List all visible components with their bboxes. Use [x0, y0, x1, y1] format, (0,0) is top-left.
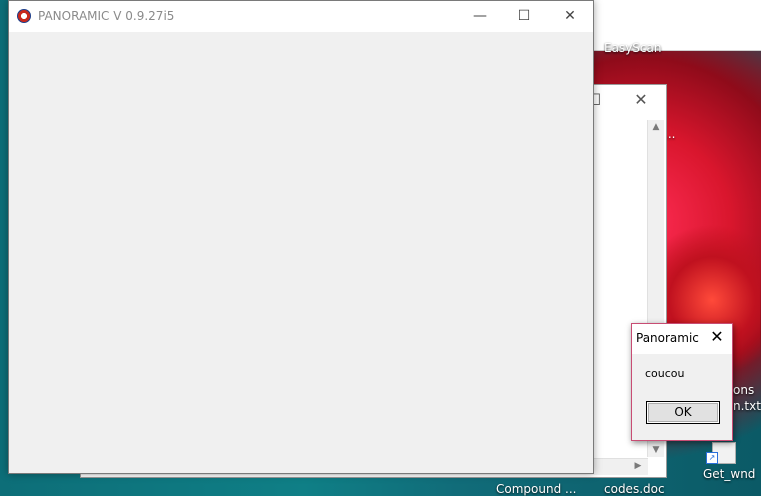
- panoramic-app-icon[interactable]: [17, 9, 31, 23]
- window-title: PANORAMIC V 0.9.27i5: [38, 9, 175, 23]
- main-window-titlebar[interactable]: PANORAMIC V 0.9.27i5 — ☐ ✕: [9, 1, 593, 32]
- maximize-button[interactable]: ☐: [501, 1, 547, 32]
- close-button[interactable]: ✕: [547, 1, 593, 32]
- desktop-label-get-wnd[interactable]: Get_wnd: [703, 468, 755, 481]
- minimize-button[interactable]: —: [457, 1, 503, 32]
- dialog-body: coucou OK: [632, 354, 732, 440]
- scroll-down-arrow-icon[interactable]: ▼: [648, 445, 664, 455]
- main-window-client-area[interactable]: [9, 32, 593, 473]
- ok-button[interactable]: OK: [646, 401, 720, 424]
- scroll-up-arrow-icon[interactable]: ▲: [648, 122, 664, 132]
- dialog-message: coucou: [645, 367, 685, 380]
- panoramic-main-window: PANORAMIC V 0.9.27i5 — ☐ ✕: [8, 0, 594, 474]
- desktop-label-ons[interactable]: ons: [733, 384, 754, 397]
- dialog-close-button[interactable]: ✕: [706, 326, 728, 348]
- message-box-dialog: Panoramic ✕ coucou OK: [631, 323, 733, 441]
- shortcut-arrow-icon: ↗: [706, 452, 718, 464]
- desktop-label-compound[interactable]: Compound ...: [496, 483, 576, 496]
- close-icon[interactable]: ✕: [627, 89, 655, 111]
- desktop-label-easyscan[interactable]: EasyScan: [604, 42, 661, 55]
- dialog-title: Panoramic: [636, 331, 699, 345]
- desktop-label-codes-doc[interactable]: codes.doc: [604, 483, 665, 496]
- desktop-label-ntxt[interactable]: n.txt: [733, 400, 761, 413]
- scroll-right-arrow-icon[interactable]: ▶: [630, 461, 646, 471]
